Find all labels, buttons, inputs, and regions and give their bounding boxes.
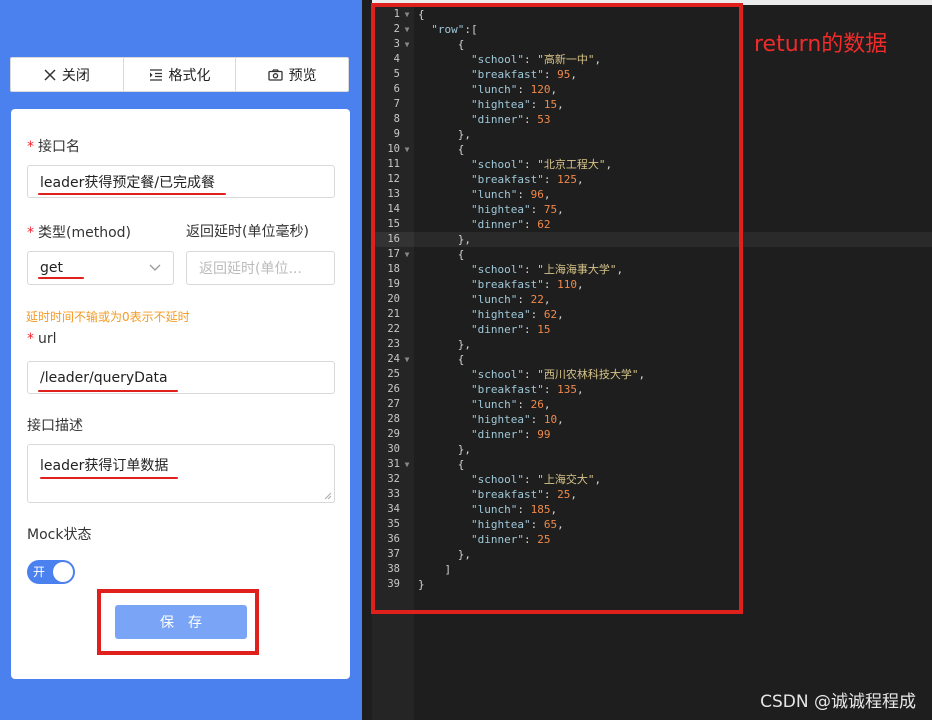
close-button[interactable]: 关闭 [11,58,124,91]
indent-icon [149,68,162,81]
return-data-annotation-box [371,3,743,614]
url-label: * url [27,331,57,347]
method-label: * 类型(method) [27,225,131,241]
description-label: 接口描述 [27,418,83,434]
preview-button-label: 预览 [288,67,317,84]
method-select[interactable]: get [27,251,174,285]
url-annotation-underline [38,390,178,392]
name-annotation-underline [38,193,226,195]
description-textarea[interactable]: leader获得订单数据 [27,444,335,503]
required-mark: * [27,225,34,241]
save-button[interactable]: 保存 [115,605,247,639]
toggle-knob [53,562,73,582]
camera-icon [268,68,283,81]
description-annotation-underline [40,477,178,479]
required-mark: * [27,139,34,155]
required-mark: * [27,331,34,347]
preview-button[interactable]: 预览 [236,58,348,91]
close-button-label: 关闭 [61,67,90,84]
delay-input[interactable]: 返回延时(单位... [186,251,335,285]
delay-label: 返回延时(单位毫秒) [186,224,309,240]
format-button-label: 格式化 [168,67,211,84]
delay-hint: 延时时间不输或为0表示不延时 [26,310,190,324]
watermark: CSDN @诚诚程程成 [760,692,916,712]
mock-status-toggle[interactable]: 开 [27,560,75,584]
api-form-card: * 接口名 leader获得预定餐/已完成餐 * 类型(method) 返回延时(单… [11,109,350,679]
close-icon [44,68,56,81]
toggle-on-text: 开 [33,565,46,579]
editor-toolbar: 关闭 格式化 预览 [10,57,349,92]
mock-status-label: Mock状态 [27,527,92,543]
method-annotation-underline [38,277,84,279]
resize-handle-icon[interactable] [324,492,332,500]
chevron-down-icon [149,264,161,271]
format-button[interactable]: 格式化 [124,58,237,91]
return-data-annotation: return的数据 [754,32,888,57]
api-name-label: * 接口名 [27,139,80,155]
